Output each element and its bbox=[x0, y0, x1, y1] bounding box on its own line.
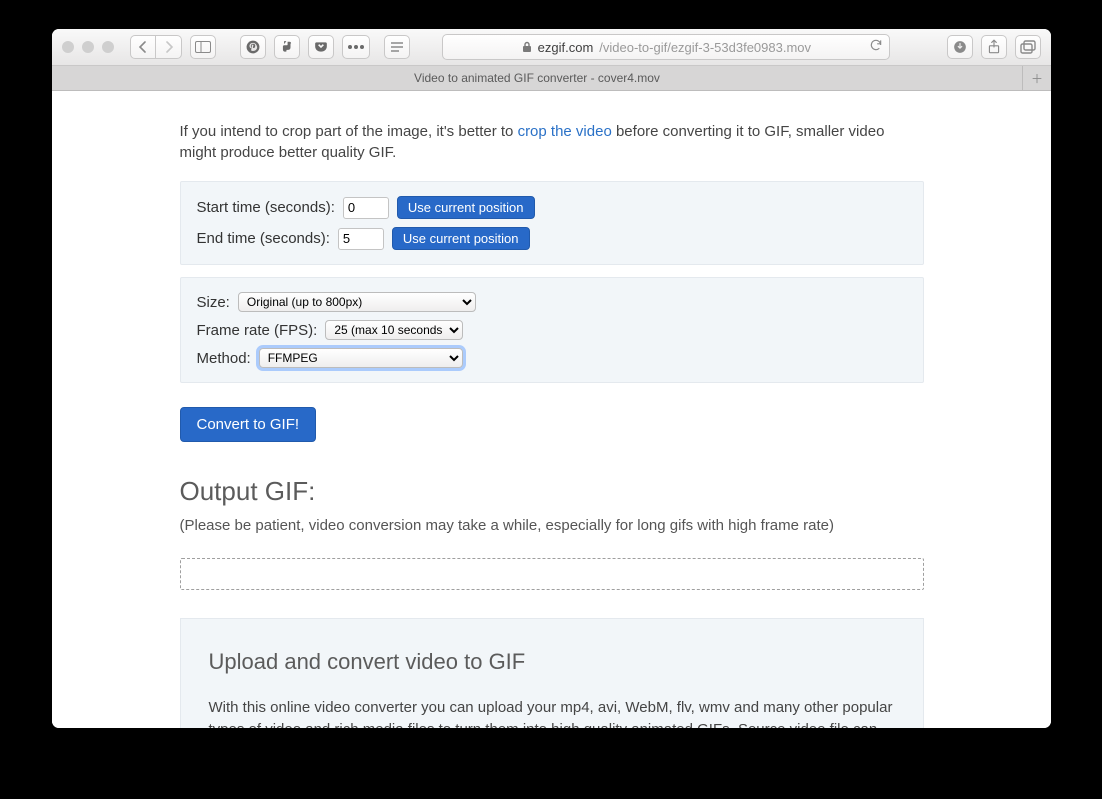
options-panel: Size: Original (up to 800px) Frame rate … bbox=[180, 277, 924, 383]
url-domain: ezgif.com bbox=[538, 40, 594, 55]
end-time-input[interactable] bbox=[338, 228, 384, 250]
forward-button[interactable] bbox=[156, 35, 182, 59]
output-placeholder bbox=[180, 558, 924, 590]
zoom-window-button[interactable] bbox=[102, 41, 114, 53]
sidebar-button[interactable] bbox=[190, 35, 216, 59]
page-viewport[interactable]: If you intend to crop part of the image,… bbox=[52, 91, 1051, 728]
more-ext-icon[interactable] bbox=[342, 35, 370, 59]
intro-text: If you intend to crop part of the image,… bbox=[180, 121, 924, 163]
titlebar: ezgif.com/video-to-gif/ezgif-3-53d3fe098… bbox=[52, 29, 1051, 66]
reload-button[interactable] bbox=[869, 38, 883, 52]
time-panel: Start time (seconds): Use current positi… bbox=[180, 181, 924, 265]
method-select[interactable]: FFMPEG bbox=[259, 348, 463, 368]
new-tab-button[interactable]: ＋ bbox=[1023, 66, 1051, 90]
start-time-label: Start time (seconds): bbox=[197, 199, 335, 216]
use-current-position-end-button[interactable]: Use current position bbox=[392, 227, 530, 250]
output-note: (Please be patient, video conversion may… bbox=[180, 517, 924, 534]
reader-button[interactable] bbox=[384, 35, 410, 59]
nav-back-forward bbox=[130, 35, 182, 59]
tab-title: Video to animated GIF converter - cover4… bbox=[414, 71, 660, 85]
fps-select[interactable]: 25 (max 10 seconds) bbox=[325, 320, 463, 340]
address-bar[interactable]: ezgif.com/video-to-gif/ezgif-3-53d3fe098… bbox=[442, 34, 890, 60]
size-select[interactable]: Original (up to 800px) bbox=[238, 292, 476, 312]
pinterest-ext-icon[interactable] bbox=[240, 35, 266, 59]
fps-label: Frame rate (FPS): bbox=[197, 322, 318, 339]
method-label: Method: bbox=[197, 350, 251, 367]
use-current-position-start-button[interactable]: Use current position bbox=[397, 196, 535, 219]
url-path: /video-to-gif/ezgif-3-53d3fe0983.mov bbox=[599, 40, 811, 55]
convert-button[interactable]: Convert to GIF! bbox=[180, 407, 317, 442]
downloads-button[interactable] bbox=[947, 35, 973, 59]
tabs-button[interactable] bbox=[1015, 35, 1041, 59]
browser-window: ezgif.com/video-to-gif/ezgif-3-53d3fe098… bbox=[52, 29, 1051, 728]
start-time-input[interactable] bbox=[343, 197, 389, 219]
info-heading: Upload and convert video to GIF bbox=[209, 649, 895, 675]
back-button[interactable] bbox=[130, 35, 156, 59]
info-box: Upload and convert video to GIF With thi… bbox=[180, 618, 924, 728]
size-label: Size: bbox=[197, 294, 230, 311]
end-time-label: End time (seconds): bbox=[197, 230, 330, 247]
tab-strip: Video to animated GIF converter - cover4… bbox=[52, 66, 1051, 91]
close-window-button[interactable] bbox=[62, 41, 74, 53]
info-body: With this online video converter you can… bbox=[209, 697, 895, 728]
output-heading: Output GIF: bbox=[180, 476, 924, 507]
crop-video-link[interactable]: crop the video bbox=[518, 123, 612, 140]
minimize-window-button[interactable] bbox=[82, 41, 94, 53]
tab-current[interactable]: Video to animated GIF converter - cover4… bbox=[52, 66, 1023, 90]
pocket-ext-icon[interactable] bbox=[308, 35, 334, 59]
lock-icon bbox=[522, 41, 532, 53]
share-button[interactable] bbox=[981, 35, 1007, 59]
evernote-ext-icon[interactable] bbox=[274, 35, 300, 59]
window-controls bbox=[62, 41, 114, 53]
